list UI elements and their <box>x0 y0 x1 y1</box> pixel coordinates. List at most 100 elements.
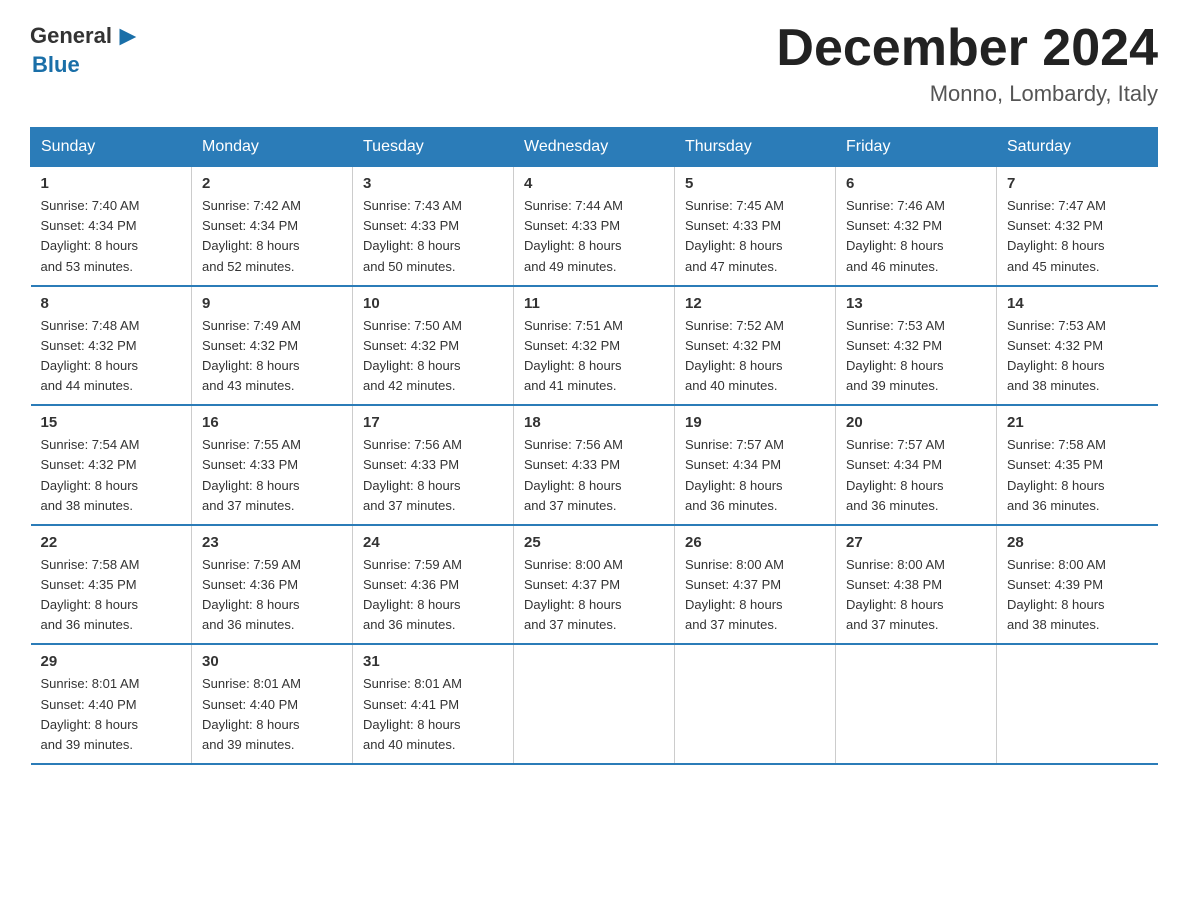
day-number: 8 <box>41 295 182 312</box>
day-info: Sunrise: 7:42 AMSunset: 4:34 PMDaylight:… <box>202 198 301 273</box>
table-row: 13 Sunrise: 7:53 AMSunset: 4:32 PMDaylig… <box>836 286 997 406</box>
day-info: Sunrise: 8:01 AMSunset: 4:40 PMDaylight:… <box>41 676 140 751</box>
table-row: 24 Sunrise: 7:59 AMSunset: 4:36 PMDaylig… <box>353 525 514 645</box>
day-info: Sunrise: 7:56 AMSunset: 4:33 PMDaylight:… <box>363 437 462 512</box>
day-info: Sunrise: 7:44 AMSunset: 4:33 PMDaylight:… <box>524 198 623 273</box>
day-number: 10 <box>363 295 503 312</box>
table-row: 4 Sunrise: 7:44 AMSunset: 4:33 PMDayligh… <box>514 167 675 286</box>
table-row: 9 Sunrise: 7:49 AMSunset: 4:32 PMDayligh… <box>192 286 353 406</box>
title-block: December 2024 Monno, Lombardy, Italy <box>776 20 1158 107</box>
day-info: Sunrise: 7:46 AMSunset: 4:32 PMDaylight:… <box>846 198 945 273</box>
day-number: 1 <box>41 175 182 192</box>
table-row: 25 Sunrise: 8:00 AMSunset: 4:37 PMDaylig… <box>514 525 675 645</box>
day-number: 21 <box>1007 414 1148 431</box>
day-number: 14 <box>1007 295 1148 312</box>
day-info: Sunrise: 8:00 AMSunset: 4:37 PMDaylight:… <box>685 557 784 632</box>
table-row: 11 Sunrise: 7:51 AMSunset: 4:32 PMDaylig… <box>514 286 675 406</box>
table-row: 18 Sunrise: 7:56 AMSunset: 4:33 PMDaylig… <box>514 405 675 525</box>
day-info: Sunrise: 7:57 AMSunset: 4:34 PMDaylight:… <box>846 437 945 512</box>
table-row: 20 Sunrise: 7:57 AMSunset: 4:34 PMDaylig… <box>836 405 997 525</box>
page-header: General ► Blue December 2024 Monno, Lomb… <box>30 20 1158 107</box>
table-row <box>836 644 997 764</box>
table-row: 26 Sunrise: 8:00 AMSunset: 4:37 PMDaylig… <box>675 525 836 645</box>
col-thursday: Thursday <box>675 128 836 167</box>
table-row: 7 Sunrise: 7:47 AMSunset: 4:32 PMDayligh… <box>997 167 1158 286</box>
table-row: 31 Sunrise: 8:01 AMSunset: 4:41 PMDaylig… <box>353 644 514 764</box>
day-info: Sunrise: 7:54 AMSunset: 4:32 PMDaylight:… <box>41 437 140 512</box>
col-monday: Monday <box>192 128 353 167</box>
day-number: 30 <box>202 653 342 670</box>
day-number: 27 <box>846 534 986 551</box>
day-number: 13 <box>846 295 986 312</box>
day-number: 22 <box>41 534 182 551</box>
day-info: Sunrise: 7:53 AMSunset: 4:32 PMDaylight:… <box>1007 318 1106 393</box>
day-number: 16 <box>202 414 342 431</box>
logo-general-text: General <box>30 23 112 49</box>
day-info: Sunrise: 7:43 AMSunset: 4:33 PMDaylight:… <box>363 198 462 273</box>
logo: General ► Blue <box>30 20 144 78</box>
table-row: 29 Sunrise: 8:01 AMSunset: 4:40 PMDaylig… <box>31 644 192 764</box>
table-row: 15 Sunrise: 7:54 AMSunset: 4:32 PMDaylig… <box>31 405 192 525</box>
col-saturday: Saturday <box>997 128 1158 167</box>
day-info: Sunrise: 7:59 AMSunset: 4:36 PMDaylight:… <box>363 557 462 632</box>
day-number: 11 <box>524 295 664 312</box>
table-row: 8 Sunrise: 7:48 AMSunset: 4:32 PMDayligh… <box>31 286 192 406</box>
day-number: 17 <box>363 414 503 431</box>
day-number: 26 <box>685 534 825 551</box>
day-info: Sunrise: 7:53 AMSunset: 4:32 PMDaylight:… <box>846 318 945 393</box>
table-row <box>514 644 675 764</box>
calendar-week-row: 8 Sunrise: 7:48 AMSunset: 4:32 PMDayligh… <box>31 286 1158 406</box>
calendar-header-row: Sunday Monday Tuesday Wednesday Thursday… <box>31 128 1158 167</box>
col-friday: Friday <box>836 128 997 167</box>
day-info: Sunrise: 7:58 AMSunset: 4:35 PMDaylight:… <box>1007 437 1106 512</box>
logo-blue-text: Blue <box>32 52 80 77</box>
day-info: Sunrise: 7:40 AMSunset: 4:34 PMDaylight:… <box>41 198 140 273</box>
table-row: 14 Sunrise: 7:53 AMSunset: 4:32 PMDaylig… <box>997 286 1158 406</box>
day-info: Sunrise: 8:01 AMSunset: 4:41 PMDaylight:… <box>363 676 462 751</box>
day-info: Sunrise: 7:55 AMSunset: 4:33 PMDaylight:… <box>202 437 301 512</box>
location-text: Monno, Lombardy, Italy <box>776 81 1158 107</box>
day-number: 4 <box>524 175 664 192</box>
day-number: 6 <box>846 175 986 192</box>
table-row: 21 Sunrise: 7:58 AMSunset: 4:35 PMDaylig… <box>997 405 1158 525</box>
day-info: Sunrise: 7:45 AMSunset: 4:33 PMDaylight:… <box>685 198 784 273</box>
day-number: 23 <box>202 534 342 551</box>
table-row: 3 Sunrise: 7:43 AMSunset: 4:33 PMDayligh… <box>353 167 514 286</box>
col-sunday: Sunday <box>31 128 192 167</box>
day-info: Sunrise: 7:52 AMSunset: 4:32 PMDaylight:… <box>685 318 784 393</box>
calendar-week-row: 1 Sunrise: 7:40 AMSunset: 4:34 PMDayligh… <box>31 167 1158 286</box>
day-info: Sunrise: 7:56 AMSunset: 4:33 PMDaylight:… <box>524 437 623 512</box>
logo-arrow-icon: ► <box>114 20 142 52</box>
day-info: Sunrise: 8:00 AMSunset: 4:38 PMDaylight:… <box>846 557 945 632</box>
col-wednesday: Wednesday <box>514 128 675 167</box>
day-info: Sunrise: 7:57 AMSunset: 4:34 PMDaylight:… <box>685 437 784 512</box>
table-row: 16 Sunrise: 7:55 AMSunset: 4:33 PMDaylig… <box>192 405 353 525</box>
day-number: 28 <box>1007 534 1148 551</box>
day-number: 18 <box>524 414 664 431</box>
day-number: 2 <box>202 175 342 192</box>
day-number: 25 <box>524 534 664 551</box>
month-title: December 2024 <box>776 20 1158 77</box>
day-info: Sunrise: 7:50 AMSunset: 4:32 PMDaylight:… <box>363 318 462 393</box>
day-info: Sunrise: 7:47 AMSunset: 4:32 PMDaylight:… <box>1007 198 1106 273</box>
day-number: 5 <box>685 175 825 192</box>
day-number: 19 <box>685 414 825 431</box>
table-row: 10 Sunrise: 7:50 AMSunset: 4:32 PMDaylig… <box>353 286 514 406</box>
table-row <box>997 644 1158 764</box>
day-number: 20 <box>846 414 986 431</box>
table-row <box>675 644 836 764</box>
day-number: 15 <box>41 414 182 431</box>
table-row: 22 Sunrise: 7:58 AMSunset: 4:35 PMDaylig… <box>31 525 192 645</box>
table-row: 6 Sunrise: 7:46 AMSunset: 4:32 PMDayligh… <box>836 167 997 286</box>
calendar-week-row: 22 Sunrise: 7:58 AMSunset: 4:35 PMDaylig… <box>31 525 1158 645</box>
day-number: 12 <box>685 295 825 312</box>
col-tuesday: Tuesday <box>353 128 514 167</box>
day-info: Sunrise: 8:00 AMSunset: 4:39 PMDaylight:… <box>1007 557 1106 632</box>
table-row: 19 Sunrise: 7:57 AMSunset: 4:34 PMDaylig… <box>675 405 836 525</box>
day-info: Sunrise: 7:58 AMSunset: 4:35 PMDaylight:… <box>41 557 140 632</box>
table-row: 23 Sunrise: 7:59 AMSunset: 4:36 PMDaylig… <box>192 525 353 645</box>
table-row: 30 Sunrise: 8:01 AMSunset: 4:40 PMDaylig… <box>192 644 353 764</box>
day-info: Sunrise: 7:59 AMSunset: 4:36 PMDaylight:… <box>202 557 301 632</box>
calendar-table: Sunday Monday Tuesday Wednesday Thursday… <box>30 127 1158 765</box>
calendar-week-row: 15 Sunrise: 7:54 AMSunset: 4:32 PMDaylig… <box>31 405 1158 525</box>
